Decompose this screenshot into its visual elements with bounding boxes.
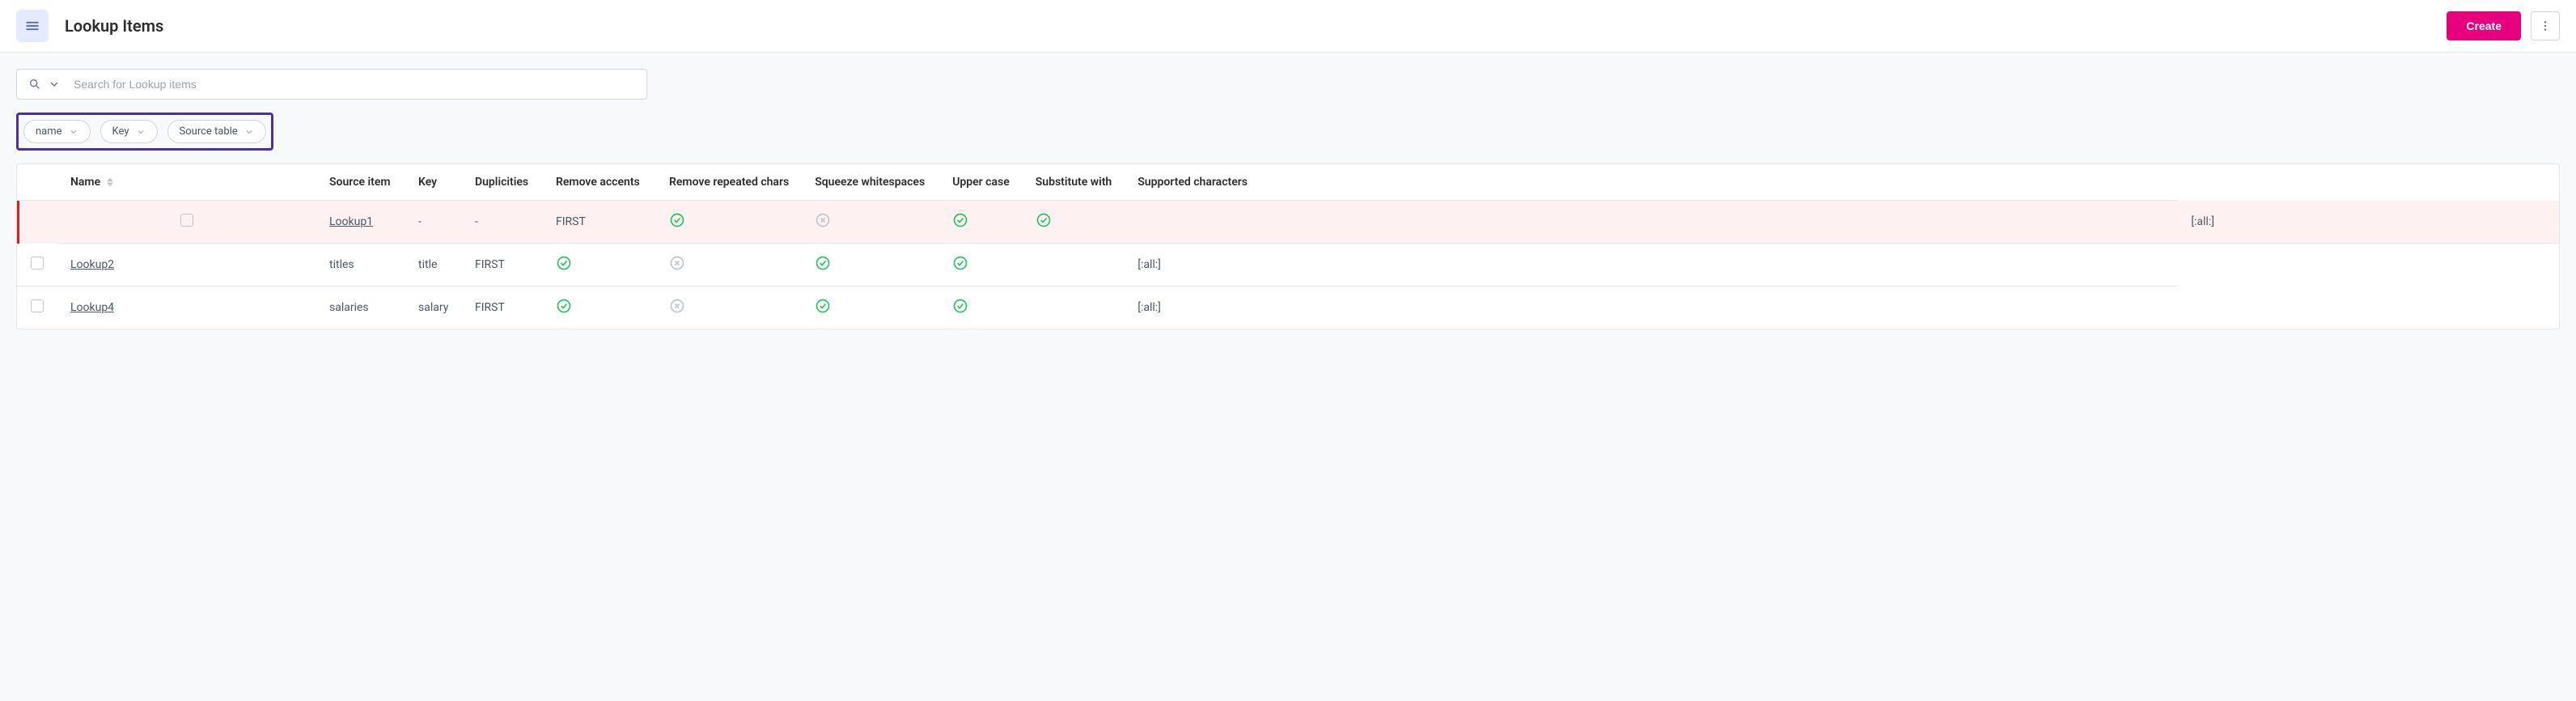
name-link[interactable]: Lookup2	[70, 258, 114, 271]
header-remove-repeated[interactable]: Remove repeated chars	[656, 164, 802, 201]
cell-squeeze-ws	[939, 201, 1023, 244]
check-circle-icon	[952, 212, 968, 228]
search-box[interactable]	[16, 69, 647, 100]
header-supported-chars[interactable]: Supported characters	[1125, 164, 2178, 201]
filter-chip-name[interactable]: name	[23, 120, 91, 143]
more-button[interactable]	[2531, 11, 2560, 40]
cell-remove-repeated	[656, 244, 802, 287]
row-checkbox[interactable]	[31, 300, 44, 312]
menu-icon	[24, 18, 40, 34]
more-vertical-icon	[2539, 19, 2552, 32]
check-circle-icon	[556, 255, 572, 271]
filter-chip-source-table[interactable]: Source table	[167, 120, 266, 143]
check-circle-icon	[669, 212, 685, 228]
cell-remove-accents	[543, 244, 656, 287]
header-remove-accents[interactable]: Remove accents	[543, 164, 656, 201]
cell-upper-case	[1023, 201, 1125, 244]
x-circle-icon	[669, 255, 685, 271]
filter-label: name	[36, 125, 62, 138]
cell-name: Lookup1	[316, 201, 405, 244]
cell-name: Lookup4	[57, 287, 316, 329]
cell-squeeze-ws	[802, 244, 939, 287]
chevron-down-icon	[136, 127, 146, 137]
name-link[interactable]: Lookup4	[70, 301, 114, 314]
cell-substitute-with	[1023, 244, 1125, 287]
table-header-row: Name Source item Key Duplicities Remove …	[17, 164, 2559, 201]
name-link[interactable]: Lookup1	[329, 215, 373, 228]
cell-upper-case	[939, 244, 1023, 287]
cell-duplicities: FIRST	[543, 201, 656, 244]
check-circle-icon	[952, 255, 968, 271]
header-name[interactable]: Name	[57, 164, 316, 201]
content: name Key Source table Name	[0, 53, 2576, 346]
check-circle-icon	[815, 255, 831, 271]
search-icon	[28, 78, 41, 91]
cell-substitute-with	[1023, 287, 1125, 329]
cell-substitute-with	[1125, 201, 2178, 244]
sort-icon	[107, 177, 113, 187]
filter-label: Key	[112, 125, 129, 138]
check-circle-icon	[1036, 212, 1052, 228]
chevron-down-icon	[48, 78, 61, 91]
cell-supported-chars: [:all:]	[2178, 201, 2559, 244]
filter-label: Source table	[180, 125, 238, 138]
cell-duplicities: FIRST	[462, 287, 543, 329]
filter-row: name Key Source table	[16, 113, 273, 151]
cell-remove-accents	[656, 201, 802, 244]
table-row[interactable]: Lookup4 salariessalaryFIRST [:all:]	[17, 287, 2559, 329]
header-checkbox[interactable]	[17, 164, 57, 201]
cell-remove-accents	[543, 287, 656, 329]
menu-button[interactable]	[16, 10, 49, 42]
row-checkbox-cell	[17, 287, 57, 329]
page-title: Lookup Items	[65, 16, 2447, 36]
cell-source-item: salaries	[316, 287, 405, 329]
row-checkbox[interactable]	[31, 257, 44, 270]
check-circle-icon	[556, 298, 572, 314]
cell-upper-case	[939, 287, 1023, 329]
search-input[interactable]	[74, 78, 635, 91]
cell-key: title	[405, 244, 462, 287]
cell-remove-repeated	[656, 287, 802, 329]
header-substitute-with[interactable]: Substitute with	[1023, 164, 1125, 201]
header-squeeze-ws[interactable]: Squeeze whitespaces	[802, 164, 939, 201]
create-button[interactable]: Create	[2447, 11, 2521, 40]
cell-source-item: titles	[316, 244, 405, 287]
cell-key: -	[462, 201, 543, 244]
chevron-down-icon	[69, 127, 78, 137]
header: Lookup Items Create	[0, 0, 2576, 53]
table-row[interactable]: Lookup2 titlestitleFIRST [:all:]	[17, 244, 2559, 287]
filter-chip-key[interactable]: Key	[100, 120, 158, 143]
cell-source-item: -	[405, 201, 462, 244]
row-checkbox[interactable]	[180, 214, 193, 227]
check-circle-icon	[952, 298, 968, 314]
table: Name Source item Key Duplicities Remove …	[16, 164, 2560, 329]
header-source-item[interactable]: Source item	[316, 164, 405, 201]
check-circle-icon	[815, 298, 831, 314]
cell-remove-repeated	[802, 201, 939, 244]
cell-name: Lookup2	[57, 244, 316, 287]
x-circle-icon	[815, 212, 831, 228]
x-circle-icon	[669, 298, 685, 314]
cell-supported-chars: [:all:]	[1125, 287, 2178, 329]
chevron-down-icon	[244, 127, 254, 137]
row-checkbox-cell	[17, 244, 57, 287]
cell-squeeze-ws	[802, 287, 939, 329]
search-options-toggle[interactable]	[48, 78, 61, 91]
header-key[interactable]: Key	[405, 164, 462, 201]
cell-duplicities: FIRST	[462, 244, 543, 287]
cell-key: salary	[405, 287, 462, 329]
row-checkbox-cell	[57, 201, 316, 244]
cell-supported-chars: [:all:]	[1125, 244, 2178, 287]
table-row[interactable]: Lookup1--FIRST[:all:]	[17, 201, 2559, 244]
header-upper-case[interactable]: Upper case	[939, 164, 1023, 201]
header-duplicities[interactable]: Duplicities	[462, 164, 543, 201]
